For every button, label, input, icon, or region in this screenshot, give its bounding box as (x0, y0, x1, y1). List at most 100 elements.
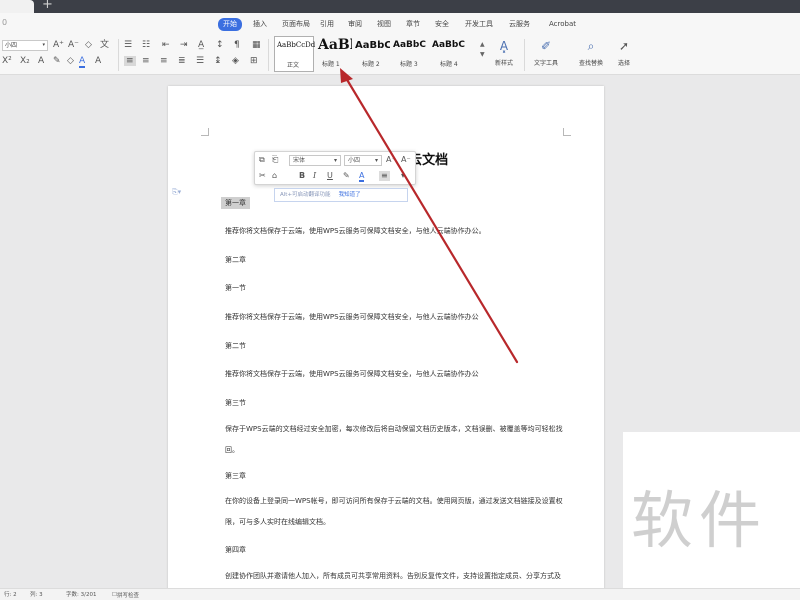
tab-review[interactable]: 审阅 (343, 18, 367, 31)
font-size-value: 小四 (5, 42, 18, 49)
chinese-layout-icon[interactable]: A̲ (198, 40, 204, 50)
new-style-button[interactable]: A͓ 新样式 (489, 39, 519, 67)
grow-font-icon[interactable]: A⁺ (386, 155, 396, 165)
tab-insert[interactable]: 插入 (248, 18, 272, 31)
style-heading-3[interactable]: AaBbC 标题 3 (392, 36, 428, 72)
paragraph[interactable]: 在你的设备上登录同一WPS帐号，即可访问所有保存于云端的文档。使用网页版，通过发… (225, 491, 565, 533)
select-button[interactable]: ➚ 选择 (612, 39, 636, 67)
search-icon: ⌕ (587, 39, 595, 53)
tab-page-layout[interactable]: 页面布局 (277, 18, 315, 31)
highlight-icon[interactable]: ✎ (53, 56, 61, 66)
heading-section-1[interactable]: 第一节 (225, 283, 246, 293)
heading-section-3[interactable]: 第三节 (225, 398, 246, 408)
grow-font-icon[interactable]: A⁺ (53, 40, 64, 50)
font-effect-icon[interactable]: A (38, 56, 44, 66)
style-scroll-up-icon[interactable]: ▲ (480, 41, 485, 48)
align-right-icon[interactable]: ≡ (160, 56, 168, 66)
numbering-icon[interactable]: ☷ (142, 40, 150, 50)
style-heading-1[interactable]: AaBl 标题 1 (316, 36, 352, 72)
superscript-icon[interactable]: X² (2, 56, 12, 66)
show-marks-icon[interactable]: ¶ (234, 40, 240, 50)
paragraph[interactable]: 推荐你将文档保存于云端，使用WPS云服务可保障文档安全，与他人云端协作办公。 (225, 226, 486, 236)
paragraph[interactable]: 推荐你将文档保存于云端，使用WPS云服务可保障文档安全，与他人云端协作办公 (225, 312, 479, 322)
align-icon[interactable]: ≡ (379, 171, 390, 181)
cut-icon[interactable]: ✂ (259, 171, 266, 181)
new-style-icon: A͓ (499, 39, 509, 53)
mini-font-size-select[interactable]: 小四 ▾ (344, 155, 382, 166)
heading-section-2[interactable]: 第二节 (225, 341, 246, 351)
status-column[interactable]: 列: 3 (30, 590, 43, 600)
paragraph[interactable]: 推荐你将文档保存于云端，使用WPS云服务可保障文档安全，与他人云端协作办公 (225, 369, 479, 379)
paragraph[interactable]: 保存于WPS云端的文档经过安全加密，每次修改后将自动保留文档历史版本，文档误删、… (225, 419, 565, 461)
increase-indent-icon[interactable]: ⇥ (180, 40, 188, 50)
dismiss-tip-link[interactable]: 我知道了 (339, 192, 361, 198)
style-name: 标题 3 (400, 61, 418, 68)
tab-references[interactable]: 引用 (315, 18, 339, 31)
sort-icon[interactable]: ↕ (216, 40, 224, 50)
font-name-value: 宋体 (293, 157, 306, 164)
document-tab[interactable] (0, 0, 34, 13)
style-normal[interactable]: AaBbCcDd 正文 (274, 36, 316, 72)
shrink-font-icon[interactable]: A⁻ (401, 155, 411, 165)
font-size-select[interactable]: 小四 ▾ (2, 40, 48, 51)
status-word-count[interactable]: 字数: 3/201 (66, 590, 96, 600)
shortcut-tip: Alt+可启动翻译功能 我知道了 (274, 188, 408, 202)
format-painter-icon[interactable]: ⌂ (272, 171, 277, 181)
mini-font-name-select[interactable]: 宋体 ▾ (289, 155, 341, 166)
tab-acrobat[interactable]: Acrobat (544, 18, 581, 31)
status-line[interactable]: 行: 2 (4, 590, 17, 600)
heading-chapter-4[interactable]: 第四章 (225, 545, 246, 555)
tab-view[interactable]: 视图 (372, 18, 396, 31)
decrease-indent-icon[interactable]: ⇤ (162, 40, 170, 50)
copy-icon[interactable]: ⧉ (259, 155, 265, 165)
style-scroll-down-icon[interactable]: ▼ (480, 51, 485, 58)
align-center-icon[interactable]: ≡ (142, 56, 150, 66)
style-sample: AaBbCcDd (277, 41, 316, 49)
tab-developer[interactable]: 开发工具 (460, 18, 498, 31)
clear-format-icon[interactable]: ◇ (85, 40, 92, 50)
find-replace-button[interactable]: ⌕ 查找替换 (572, 39, 610, 67)
bold-button[interactable]: B (299, 171, 305, 181)
line-spacing-icon[interactable]: ↨ (214, 56, 222, 66)
shading-icon[interactable]: ◈ (232, 56, 239, 66)
paragraph-handle-icon[interactable]: ⎘▾ (172, 188, 181, 197)
text-tool-icon: ✐ (540, 39, 552, 53)
tab-chapter[interactable]: 章节 (401, 18, 425, 31)
distribute-icon[interactable]: ☰ (196, 56, 204, 66)
style-heading-2[interactable]: AaBbC 标题 2 (354, 36, 390, 72)
heading-chapter-2[interactable]: 第二章 (225, 255, 246, 265)
highlight-icon[interactable]: ✎ (343, 171, 350, 181)
page-corner-mark (201, 128, 209, 136)
shortcut-tip-text: Alt+可启动翻译功能 (280, 192, 331, 198)
style-sample: AaBl (318, 37, 352, 53)
char-border-icon[interactable]: ◇ (67, 56, 74, 66)
ribbon-separator (524, 39, 525, 71)
subscript-icon[interactable]: X₂ (20, 56, 30, 66)
heading-chapter-1[interactable]: 第一章 (221, 197, 250, 209)
style-heading-4[interactable]: AaBbC 标题 4 (430, 36, 470, 72)
cursor-icon: ➚ (618, 39, 630, 53)
paste-icon[interactable]: ⎗ (272, 155, 278, 165)
new-tab-icon[interactable]: + (42, 0, 53, 12)
spell-check-label: 拼写检查 (116, 593, 139, 599)
italic-button[interactable]: I (313, 171, 316, 181)
char-shading-icon[interactable]: A (95, 56, 101, 66)
tab-cloud[interactable]: 云服务 (504, 18, 535, 31)
pinyin-icon[interactable]: 文 (100, 40, 109, 50)
underline-button[interactable]: U (327, 171, 333, 181)
tab-security[interactable]: 安全 (430, 18, 454, 31)
tab-home[interactable]: 开始 (218, 18, 242, 31)
align-left-icon[interactable]: ≡ (124, 56, 136, 66)
font-color-icon[interactable]: A (79, 56, 86, 68)
bullets-icon[interactable]: ☰ (124, 40, 132, 50)
style-sample: AaBbC (393, 40, 426, 50)
table-border-icon[interactable]: ▦ (252, 40, 261, 50)
more-icon[interactable]: ▾ (401, 171, 405, 181)
text-tool-button[interactable]: ✐ 文字工具 (528, 39, 564, 67)
status-spell-check[interactable]: ☐ 拼写检查 (112, 590, 139, 600)
borders-icon[interactable]: ⊞ (250, 56, 258, 66)
shrink-font-icon[interactable]: A⁻ (68, 40, 79, 50)
heading-chapter-3[interactable]: 第三章 (225, 471, 246, 481)
justify-icon[interactable]: ≣ (178, 56, 186, 66)
mini-font-color-button[interactable]: A (359, 171, 365, 182)
